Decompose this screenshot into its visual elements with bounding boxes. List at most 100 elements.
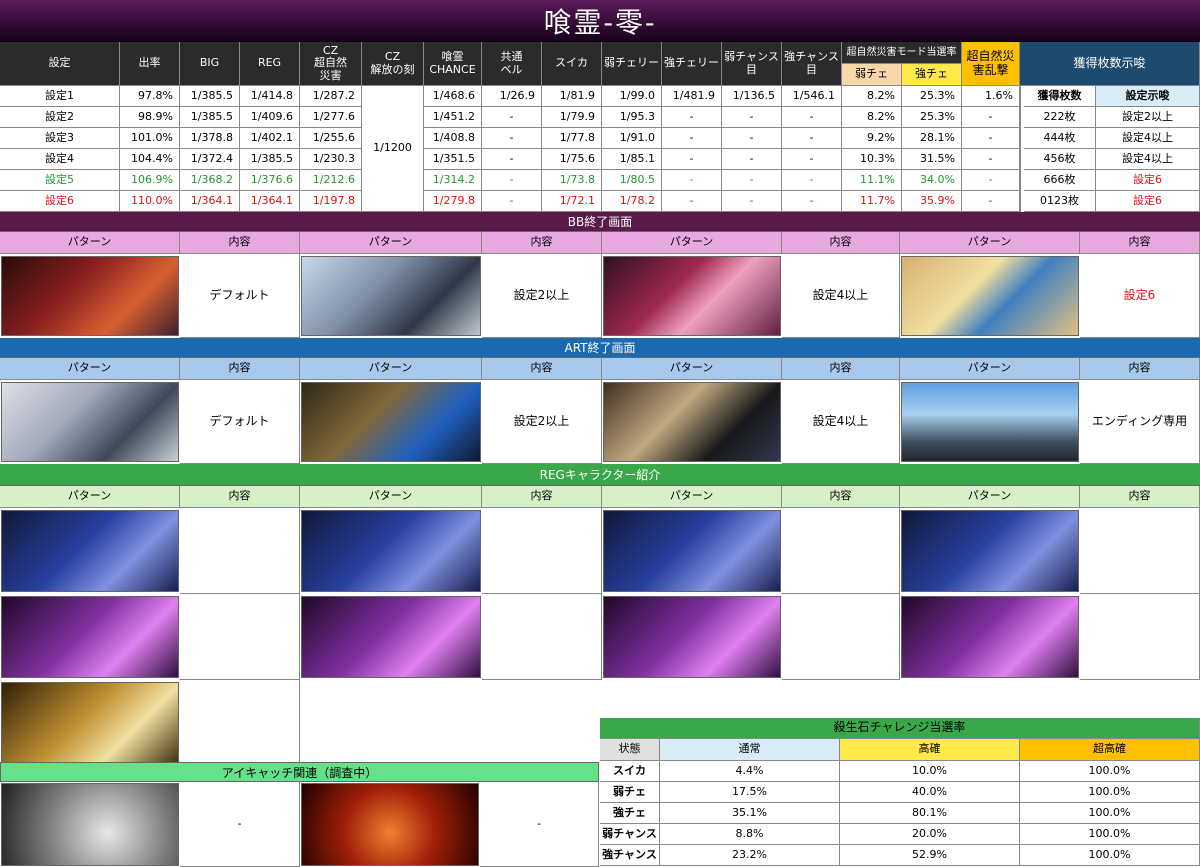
art-content: エンディング専用	[1080, 380, 1200, 464]
sessho-state: 強チャンス	[600, 845, 660, 866]
stats-cell: -	[962, 128, 1020, 149]
reg-content	[180, 680, 300, 766]
stats-cell: -	[962, 107, 1020, 128]
stats-cell: 101.0%	[120, 128, 180, 149]
stats-cell: -	[482, 149, 542, 170]
sessho-value: 8.8%	[660, 824, 840, 845]
reg-content	[482, 508, 602, 594]
stats-cell: 1/402.1	[240, 128, 300, 149]
stats-cell: 104.4%	[120, 149, 180, 170]
pattern-header: パターン	[0, 486, 180, 508]
sessho-value: 52.9%	[840, 845, 1020, 866]
eyecatch-image	[301, 783, 479, 866]
sessho-state: 弱チェ	[600, 782, 660, 803]
stats-cell: -	[662, 128, 722, 149]
stats-cell: 9.2%	[842, 128, 902, 149]
stats-cell: 1/314.2	[424, 170, 482, 191]
kakutoku-count: 456枚	[1024, 149, 1096, 170]
content-header: 内容	[1080, 358, 1200, 380]
stats-cell: -	[482, 128, 542, 149]
stats-cell: -	[482, 107, 542, 128]
stats-cell: 28.1%	[902, 128, 962, 149]
stats-cell: 1/80.5	[602, 170, 662, 191]
stats-cell: 25.3%	[902, 86, 962, 107]
reg-content	[180, 508, 300, 594]
kakutoku-hint: 設定4以上	[1096, 149, 1200, 170]
stats-header: 喰霊 CHANCE	[424, 42, 482, 86]
stats-cell: 1/212.6	[300, 170, 362, 191]
stats-cell: 34.0%	[902, 170, 962, 191]
setting-label: 設定1	[0, 86, 120, 107]
reg-content	[1080, 508, 1200, 594]
reg-character-image	[1, 510, 179, 592]
content-header: 内容	[180, 486, 300, 508]
stats-cell: 1/279.8	[424, 191, 482, 212]
stats-cell: 1/99.0	[602, 86, 662, 107]
pattern-header: パターン	[602, 358, 782, 380]
reg-content	[180, 594, 300, 680]
reg-content	[1080, 594, 1200, 680]
stats-header: 出率	[120, 42, 180, 86]
pattern-header: パターン	[0, 232, 180, 254]
bb-pattern-image	[901, 256, 1079, 336]
sessho-value: 35.1%	[660, 803, 840, 824]
stats-cell: 8.2%	[842, 107, 902, 128]
stats-cell: -	[482, 170, 542, 191]
reg-content	[782, 508, 900, 594]
sessho-value: 100.0%	[1020, 845, 1200, 866]
sessho-state: スイカ	[600, 761, 660, 782]
eyecatch-content: -	[180, 782, 300, 867]
setting-label: 設定6	[0, 191, 120, 212]
kakutoku-count: 0123枚	[1024, 191, 1096, 212]
stats-cell: 1/364.1	[180, 191, 240, 212]
content-header: 内容	[482, 358, 602, 380]
stats-cell: 1/75.6	[542, 149, 602, 170]
stats-cell: 97.8%	[120, 86, 180, 107]
stats-header: CZ 解放の刻	[362, 42, 424, 86]
stats-cell: 1/73.8	[542, 170, 602, 191]
sessho-header: 通常	[660, 739, 840, 761]
sessho-header: 高確	[840, 739, 1020, 761]
stats-cell: 1/385.5	[240, 149, 300, 170]
page-title: 喰霊-零-	[543, 5, 657, 39]
sessho-title: 殺生石チャレンジ当選率	[600, 718, 1200, 739]
sessho-challenge-table: 殺生石チャレンジ当選率 状態 通常 高確 超高確 スイカ 4.4% 10.0% 100.0% 弱チ…	[600, 718, 1200, 867]
stats-cell: 1/385.5	[180, 86, 240, 107]
stats-cell: -	[782, 191, 842, 212]
stats-cell: -	[962, 149, 1020, 170]
content-header: 内容	[1080, 486, 1200, 508]
reg-character-image	[901, 596, 1079, 678]
reg-character-image	[301, 596, 481, 678]
stats-cell: 1/364.1	[240, 191, 300, 212]
stats-cell: 1/230.3	[300, 149, 362, 170]
setting-label: 設定2	[0, 107, 120, 128]
kakutoku-header: 獲得枚数示唆	[1020, 42, 1200, 86]
stats-cell: -	[662, 149, 722, 170]
sessho-value: 80.1%	[840, 803, 1020, 824]
stats-cell: 10.3%	[842, 149, 902, 170]
stats-cell: 1/136.5	[722, 86, 782, 107]
stats-header: 強チェリー	[662, 42, 722, 86]
stats-cell: 1/414.8	[240, 86, 300, 107]
stats-cell: 1/81.9	[542, 86, 602, 107]
pattern-header: パターン	[300, 232, 482, 254]
mode-sub-header: 弱チェ	[842, 64, 902, 86]
kakutoku-count: 444枚	[1024, 128, 1096, 149]
reg-character-image	[1, 682, 179, 764]
bb-section-title: BB終了画面	[0, 212, 1200, 232]
stats-cell: 31.5%	[902, 149, 962, 170]
stats-cell: 1/91.0	[602, 128, 662, 149]
stats-header: 弱チャンス 目	[722, 42, 782, 86]
content-header: 内容	[180, 358, 300, 380]
pattern-header: パターン	[602, 232, 782, 254]
art-content: 設定2以上	[482, 380, 602, 464]
reg-content	[482, 594, 602, 680]
stats-cell: -	[662, 170, 722, 191]
stats-cell: 1/26.9	[482, 86, 542, 107]
stats-cell: 1/468.6	[424, 86, 482, 107]
stats-header: 共通 ベル	[482, 42, 542, 86]
sessho-value: 4.4%	[660, 761, 840, 782]
stats-cell: 1/351.5	[424, 149, 482, 170]
reg-character-image	[603, 510, 781, 592]
stats-cell: 8.2%	[842, 86, 902, 107]
